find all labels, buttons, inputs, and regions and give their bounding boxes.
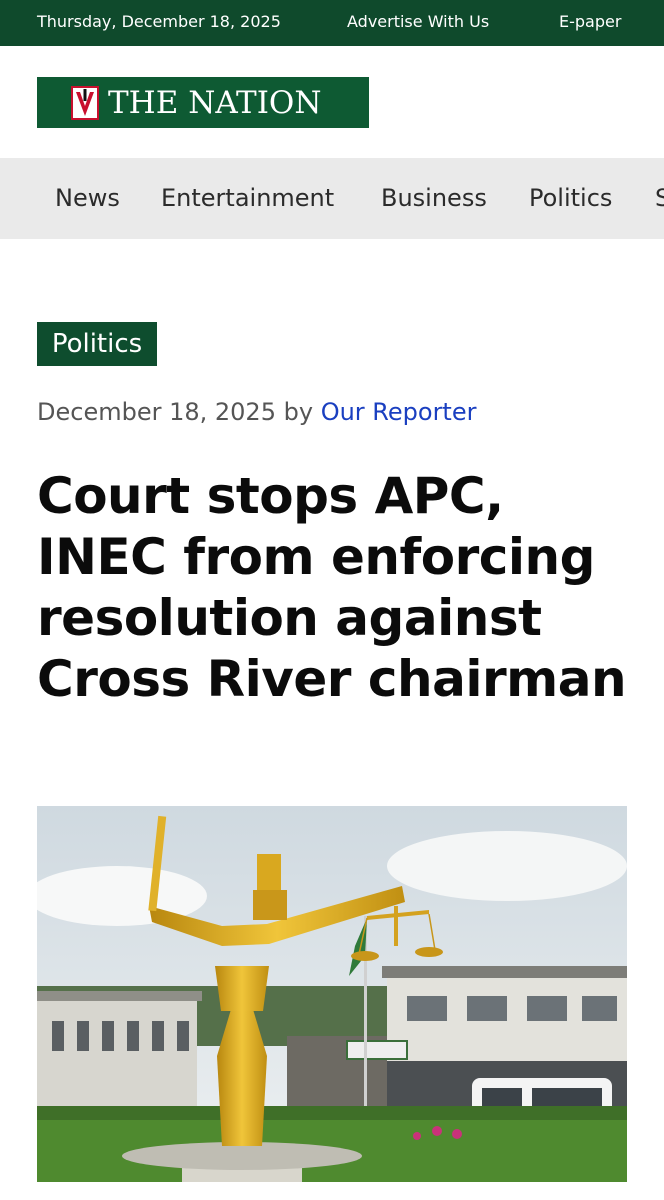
nav-item-politics[interactable]: Politics <box>529 184 612 212</box>
byline-by: by <box>283 398 314 426</box>
article-headline: Court stops APC, INEC from enforcing res… <box>37 467 627 708</box>
nav-item-entertainment[interactable]: Entertainment <box>161 184 334 212</box>
category-badge[interactable]: Politics <box>37 322 157 366</box>
nav-item-business[interactable]: Business <box>381 184 487 212</box>
top-bar: Thursday, December 18, 2025 Advertise Wi… <box>0 0 664 46</box>
site-logo[interactable]: THE NATION <box>37 77 369 128</box>
nav-item-news[interactable]: News <box>55 184 120 212</box>
epaper-link[interactable]: E-paper <box>559 12 621 31</box>
nav-item-partial[interactable]: S <box>655 184 664 212</box>
article-byline: December 18, 2025 by Our Reporter <box>37 398 476 426</box>
nation-emblem-icon <box>71 86 99 120</box>
article-image <box>37 806 627 1182</box>
main-nav: News Entertainment Business Politics S <box>0 158 664 239</box>
current-date: Thursday, December 18, 2025 <box>37 12 281 31</box>
advertise-link[interactable]: Advertise With Us <box>347 12 489 31</box>
logo-text: THE NATION <box>108 85 322 121</box>
article-image-drawing <box>37 806 627 1182</box>
article-date: December 18, 2025 <box>37 398 276 426</box>
author-link[interactable]: Our Reporter <box>321 398 477 426</box>
